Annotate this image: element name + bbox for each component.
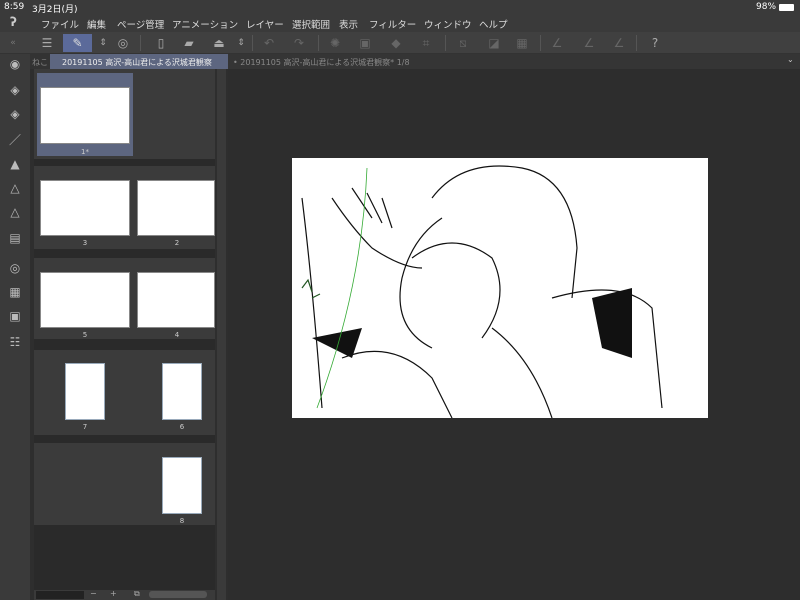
- material-icon[interactable]: ▤: [5, 228, 25, 248]
- tab-row: ねこ 20191105 高沢-高山君による沢城君観察 ⌄ • 20191105 …: [30, 54, 800, 69]
- page-3[interactable]: [40, 180, 130, 236]
- text-pen-icon[interactable]: △: [5, 202, 25, 222]
- edit-icon[interactable]: ✎: [63, 34, 92, 52]
- app-logo-icon[interactable]: ʔ: [10, 15, 17, 29]
- pen-tool-icon[interactable]: △: [5, 178, 25, 198]
- new-file-icon[interactable]: ▯: [150, 34, 172, 52]
- page-row: 7 6: [34, 350, 215, 435]
- color-wheel-icon[interactable]: ◎: [5, 258, 25, 278]
- save-icon[interactable]: ⏏: [208, 34, 230, 52]
- selection-icon[interactable]: ▦: [511, 34, 533, 52]
- menu-layer[interactable]: レイヤー: [246, 17, 284, 31]
- undo-icon[interactable]: ↶: [258, 34, 280, 52]
- menu-bar: ʔ ファイル 編集 ページ管理 アニメーション レイヤー 選択範囲 表示 フィル…: [0, 14, 800, 32]
- transform-icon[interactable]: ▣: [354, 34, 376, 52]
- page-4[interactable]: [137, 272, 215, 328]
- menu-selection[interactable]: 選択範囲: [292, 17, 330, 31]
- open-folder-icon[interactable]: ▰: [178, 34, 200, 52]
- page-row: 3 2: [34, 166, 215, 249]
- line-art-illustration: [301, 165, 663, 419]
- menu-view[interactable]: 表示: [339, 17, 358, 31]
- fit-icon[interactable]: ⧉: [134, 589, 140, 599]
- page-7[interactable]: [65, 363, 105, 420]
- layer-settings-icon[interactable]: ◈: [5, 104, 25, 124]
- clock: 8:59: [4, 2, 25, 12]
- menu-help[interactable]: ヘルプ: [479, 17, 508, 31]
- canvas-artwork[interactable]: [292, 158, 708, 419]
- zoom-in-button[interactable]: +: [110, 589, 117, 598]
- tab-canvas-label: 20191105 高沢-高山君による沢城君観察* 1/8: [240, 58, 410, 67]
- page-number: 2: [174, 239, 180, 247]
- page-thumbnail[interactable]: [40, 87, 130, 144]
- page-6[interactable]: [162, 363, 202, 420]
- page-row: 8: [34, 443, 215, 525]
- page-5[interactable]: [40, 272, 130, 328]
- ruler-edit-icon[interactable]: ∠: [608, 34, 630, 52]
- page-number: 7: [82, 423, 88, 431]
- zoom-out-button[interactable]: −: [90, 589, 97, 598]
- help-icon[interactable]: ?: [644, 34, 666, 52]
- invert-selection-icon[interactable]: ◪: [483, 34, 505, 52]
- page-row: 5 4: [34, 258, 215, 339]
- layers-icon[interactable]: ◈: [5, 80, 25, 100]
- page-row: 1*: [34, 69, 215, 159]
- page-number: 8: [179, 517, 185, 525]
- command-bar: « ☰ ✎ ⇕ ◎ ▯ ▰ ⏏ ⇕ ↶ ↷ ✺ ▣ ◆ ⌗ ⧅ ◪ ▦ ∠ ∠ …: [0, 32, 800, 54]
- thumbnail-size-slider[interactable]: [36, 591, 84, 599]
- page-zoom-bar: − + ⧉: [34, 589, 215, 600]
- brush-icon[interactable]: ／: [5, 130, 25, 150]
- color-set-icon[interactable]: ▦: [5, 282, 25, 302]
- deselect-icon[interactable]: ⧅: [452, 34, 474, 52]
- page-8[interactable]: [162, 457, 202, 514]
- pen-icon[interactable]: ▲: [5, 154, 25, 174]
- menu-window[interactable]: ウィンドウ: [424, 17, 472, 31]
- pen-ruler-icon[interactable]: ∠: [578, 34, 600, 52]
- tab-label: 20191105 高沢-高山君による沢城君観察: [62, 58, 212, 67]
- fill-icon[interactable]: ◆: [385, 34, 407, 52]
- menu-file[interactable]: ファイル: [41, 17, 79, 31]
- tool-strip: ◉ ◈ ◈ ／ ▲ △ △ ▤ ◎ ▦ ▣ ☷: [0, 54, 30, 600]
- zoom-icon[interactable]: ◉: [5, 54, 25, 74]
- page-manager-panel: 1* 3 2 5 4 7 6 8: [34, 69, 215, 590]
- page-number: 1*: [81, 148, 89, 156]
- chevron-down-icon[interactable]: ⌄: [787, 55, 794, 64]
- redo-icon[interactable]: ↷: [288, 34, 310, 52]
- panel-prefix: ねこ: [32, 58, 48, 67]
- page-number: 4: [174, 331, 180, 339]
- collapse-left-icon[interactable]: «: [2, 34, 24, 52]
- list-icon[interactable]: ☷: [5, 332, 25, 352]
- page-number: 3: [82, 239, 88, 247]
- updown-icon[interactable]: ⇕: [92, 34, 114, 52]
- page-number: 6: [179, 423, 185, 431]
- page-2[interactable]: [137, 180, 215, 236]
- menu-animation[interactable]: アニメーション: [172, 17, 238, 31]
- updown-icon[interactable]: ⇕: [230, 34, 252, 52]
- horizontal-scrollbar[interactable]: [149, 591, 207, 598]
- menu-filter[interactable]: フィルター: [369, 17, 416, 31]
- menu-icon[interactable]: ☰: [36, 34, 58, 52]
- navigator-icon[interactable]: ▣: [5, 306, 25, 326]
- battery-percent: 98%: [756, 2, 777, 12]
- spiral-icon[interactable]: ◎: [112, 34, 134, 52]
- crop-icon[interactable]: ⌗: [415, 34, 437, 52]
- page-number: 5: [82, 331, 88, 339]
- tab-page-manager[interactable]: 20191105 高沢-高山君による沢城君観察: [50, 54, 234, 69]
- page-panel-scrollbar[interactable]: [217, 69, 226, 600]
- status-bar: 8:59 3月2日(月) 98%: [0, 0, 800, 15]
- battery-icon: [779, 4, 794, 11]
- tab-canvas[interactable]: • 20191105 高沢-高山君による沢城君観察* 1/8: [233, 57, 410, 68]
- clear-icon[interactable]: ✺: [324, 34, 346, 52]
- ruler-icon[interactable]: ∠: [546, 34, 568, 52]
- menu-edit[interactable]: 編集: [87, 17, 106, 31]
- menu-page[interactable]: ページ管理: [117, 17, 164, 31]
